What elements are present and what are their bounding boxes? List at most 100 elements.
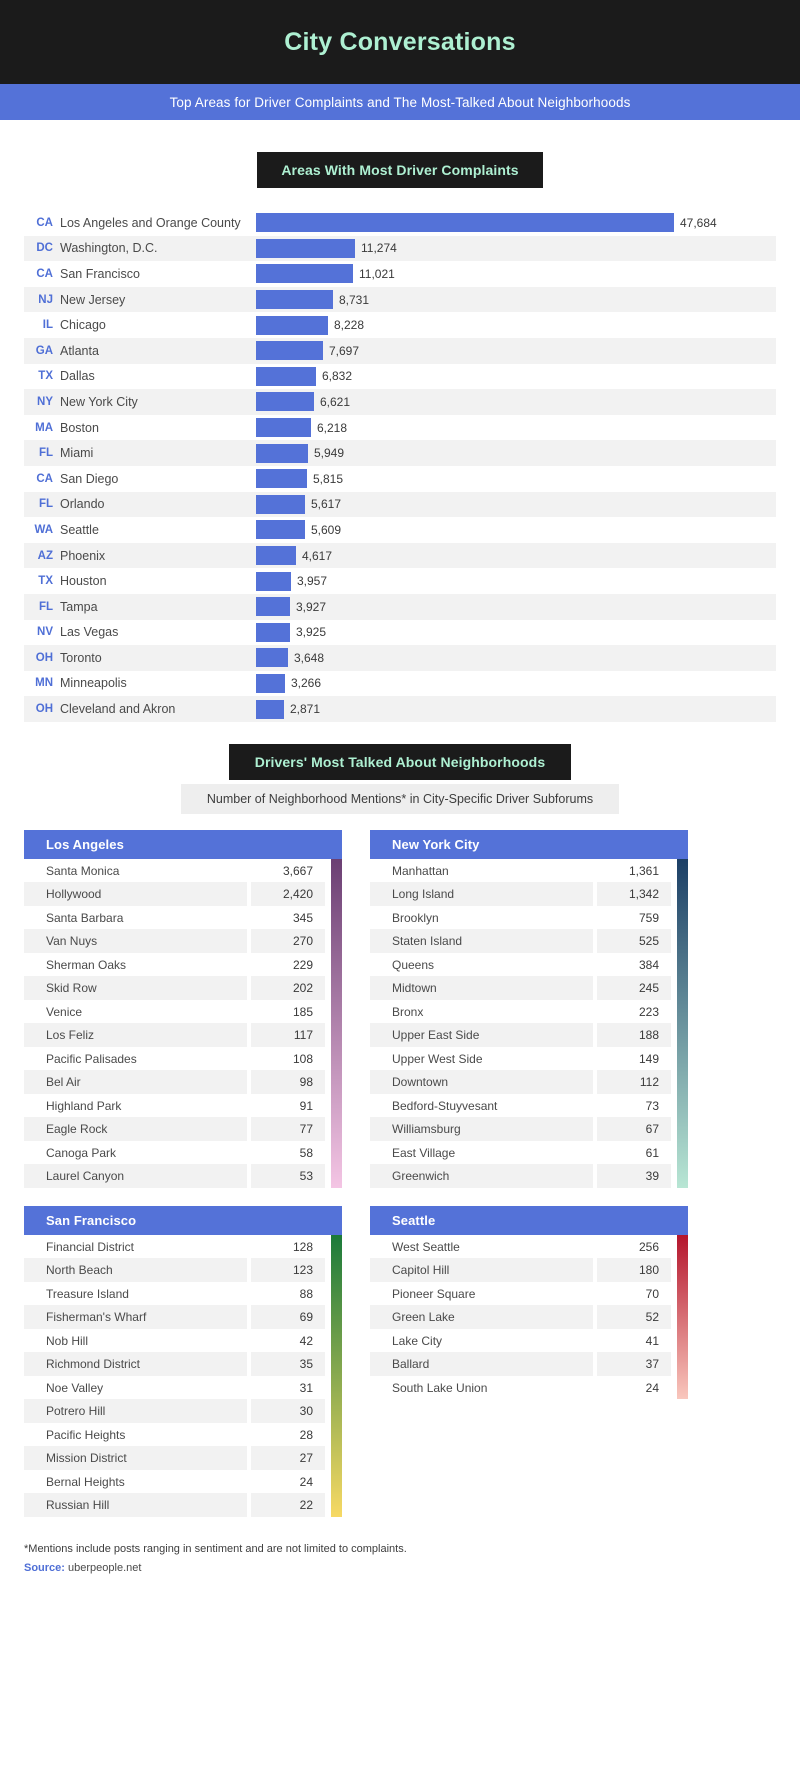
bar-track: 5,617 bbox=[256, 492, 776, 518]
bar-row: GAAtlanta7,697 bbox=[24, 338, 776, 364]
table-grid-row-2: San FranciscoFinancial District128North … bbox=[24, 1206, 776, 1517]
table-row: Bronx223 bbox=[370, 1000, 671, 1024]
bar-row-label: Dallas bbox=[60, 369, 256, 383]
source-label: Source: bbox=[24, 1562, 65, 1574]
neighborhood-name: Greenwich bbox=[370, 1164, 593, 1188]
neighborhood-name: East Village bbox=[370, 1141, 593, 1165]
table-row: Santa Monica3,667 bbox=[24, 859, 325, 883]
city-table-card: Los AngelesSanta Monica3,667Hollywood2,4… bbox=[24, 830, 342, 1188]
table-row: Pacific Palisades108 bbox=[24, 1047, 325, 1071]
footer: *Mentions include posts ranging in senti… bbox=[24, 1543, 776, 1592]
bar-track: 3,927 bbox=[256, 594, 776, 620]
neighborhood-mentions: 52 bbox=[597, 1305, 671, 1329]
neighborhood-name: Staten Island bbox=[370, 929, 593, 953]
bar-row-value: 7,697 bbox=[323, 344, 359, 358]
neighborhood-name: Mission District bbox=[24, 1446, 247, 1470]
bar-row-state: MN bbox=[24, 677, 60, 689]
bar-row-label: San Diego bbox=[60, 472, 256, 486]
bar-row-value: 8,228 bbox=[328, 318, 364, 332]
bar-fill bbox=[256, 648, 288, 667]
bar-row-label: Tampa bbox=[60, 600, 256, 614]
bar-fill bbox=[256, 444, 308, 463]
neighborhood-mentions: 35 bbox=[251, 1352, 325, 1376]
city-table-card: SeattleWest Seattle256Capitol Hill180Pio… bbox=[370, 1206, 688, 1517]
bar-row-label: Miami bbox=[60, 446, 256, 460]
bar-row-label: Minneapolis bbox=[60, 676, 256, 690]
table-row: Downtown112 bbox=[370, 1070, 671, 1094]
bar-row-state: NV bbox=[24, 626, 60, 638]
neighborhood-name: Lake City bbox=[370, 1329, 593, 1353]
bar-track: 7,697 bbox=[256, 338, 776, 364]
city-table-body: West Seattle256Capitol Hill180Pioneer Sq… bbox=[370, 1235, 688, 1400]
section1-title-wrap: Areas With Most Driver Complaints bbox=[0, 152, 800, 188]
neighborhood-mentions: 123 bbox=[251, 1258, 325, 1282]
neighborhood-name: Bernal Heights bbox=[24, 1470, 247, 1494]
bar-row-value: 11,274 bbox=[355, 241, 397, 255]
source-line: Source: uberpeople.net bbox=[24, 1562, 776, 1574]
bar-row-label: Phoenix bbox=[60, 549, 256, 563]
neighborhood-mentions: 41 bbox=[597, 1329, 671, 1353]
bar-row-state: WA bbox=[24, 524, 60, 536]
neighborhood-mentions: 149 bbox=[597, 1047, 671, 1071]
table-row: Pacific Heights28 bbox=[24, 1423, 325, 1447]
bar-track: 5,815 bbox=[256, 466, 776, 492]
bar-row-label: New Jersey bbox=[60, 293, 256, 307]
neighborhood-mentions: 256 bbox=[597, 1235, 671, 1259]
bar-row-value: 5,617 bbox=[305, 497, 341, 511]
bar-row-state: FL bbox=[24, 447, 60, 459]
table-row: Green Lake52 bbox=[370, 1305, 671, 1329]
neighborhood-name: Manhattan bbox=[370, 859, 593, 883]
bar-row-label: San Francisco bbox=[60, 267, 256, 281]
bar-row-value: 5,815 bbox=[307, 472, 343, 486]
table-row: Noe Valley31 bbox=[24, 1376, 325, 1400]
bar-track: 6,621 bbox=[256, 389, 776, 415]
city-table-title: Los Angeles bbox=[24, 830, 342, 859]
bar-row: TXDallas6,832 bbox=[24, 364, 776, 390]
bar-row-value: 3,957 bbox=[291, 574, 327, 588]
neighborhood-mentions: 188 bbox=[597, 1023, 671, 1047]
neighborhood-name: Treasure Island bbox=[24, 1282, 247, 1306]
neighborhood-name: Laurel Canyon bbox=[24, 1164, 247, 1188]
table-row: Greenwich39 bbox=[370, 1164, 671, 1188]
table-row: Midtown245 bbox=[370, 976, 671, 1000]
bar-fill bbox=[256, 290, 333, 309]
table-row: Pioneer Square70 bbox=[370, 1282, 671, 1306]
neighborhood-mentions: 61 bbox=[597, 1141, 671, 1165]
bar-row: CALos Angeles and Orange County47,684 bbox=[24, 210, 776, 236]
table-row: Nob Hill42 bbox=[24, 1329, 325, 1353]
table-row: Lake City41 bbox=[370, 1329, 671, 1353]
neighborhood-name: Van Nuys bbox=[24, 929, 247, 953]
bar-fill bbox=[256, 469, 307, 488]
neighborhood-name: Nob Hill bbox=[24, 1329, 247, 1353]
neighborhood-mentions: 27 bbox=[251, 1446, 325, 1470]
bar-fill bbox=[256, 392, 314, 411]
neighborhood-mentions: 58 bbox=[251, 1141, 325, 1165]
city-table-body: Financial District128North Beach123Treas… bbox=[24, 1235, 342, 1517]
bar-row-label: Toronto bbox=[60, 651, 256, 665]
gradient-strip bbox=[677, 1235, 688, 1400]
bar-row-label: New York City bbox=[60, 395, 256, 409]
bar-row: MNMinneapolis3,266 bbox=[24, 671, 776, 697]
table-row: South Lake Union24 bbox=[370, 1376, 671, 1400]
section2-subnote: Number of Neighborhood Mentions* in City… bbox=[181, 784, 619, 814]
bar-track: 5,949 bbox=[256, 440, 776, 466]
table-row: Canoga Park58 bbox=[24, 1141, 325, 1165]
neighborhood-name: Brooklyn bbox=[370, 906, 593, 930]
bar-row-state: FL bbox=[24, 498, 60, 510]
table-row: Bedford-Stuyvesant73 bbox=[370, 1094, 671, 1118]
neighborhood-name: Williamsburg bbox=[370, 1117, 593, 1141]
bar-row-label: Chicago bbox=[60, 318, 256, 332]
bar-track: 47,684 bbox=[256, 210, 776, 236]
bar-fill bbox=[256, 213, 674, 232]
bar-row: AZPhoenix4,617 bbox=[24, 543, 776, 569]
neighborhood-mentions: 112 bbox=[597, 1070, 671, 1094]
neighborhood-name: Venice bbox=[24, 1000, 247, 1024]
table-row: Williamsburg67 bbox=[370, 1117, 671, 1141]
bar-row: FLTampa3,927 bbox=[24, 594, 776, 620]
neighborhood-name: Bedford-Stuyvesant bbox=[370, 1094, 593, 1118]
city-table-title: New York City bbox=[370, 830, 688, 859]
table-grid-row-1: Los AngelesSanta Monica3,667Hollywood2,4… bbox=[24, 830, 776, 1188]
bar-fill bbox=[256, 597, 290, 616]
section1-title: Areas With Most Driver Complaints bbox=[257, 152, 542, 188]
bar-row: WASeattle5,609 bbox=[24, 517, 776, 543]
